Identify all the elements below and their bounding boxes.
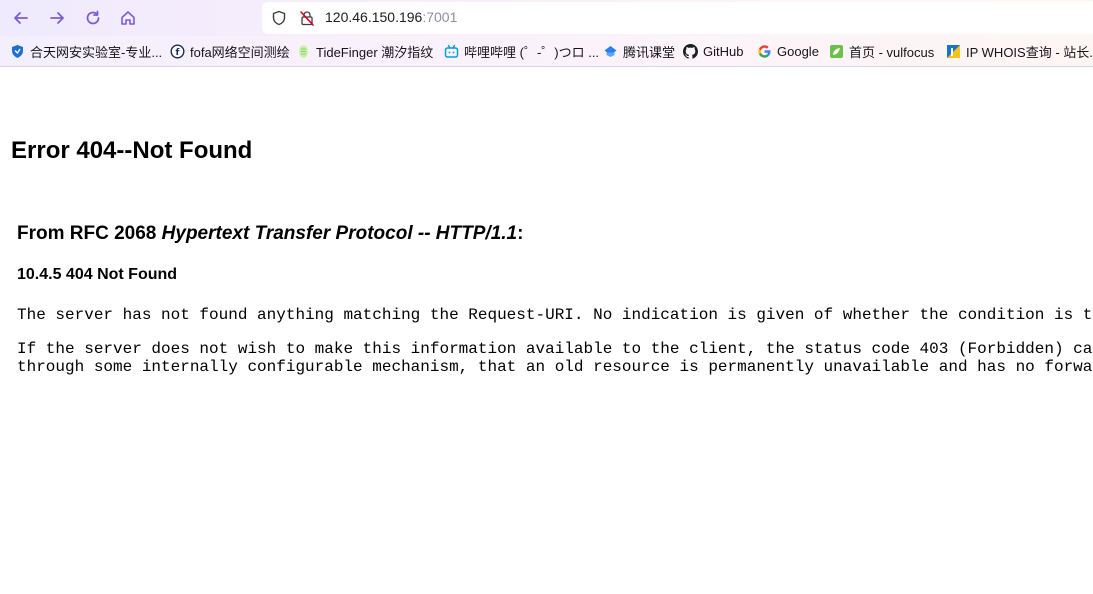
shield-icon[interactable] xyxy=(268,7,290,29)
bookmark-github[interactable]: GitHub xyxy=(683,42,743,60)
url-port: :7001 xyxy=(422,9,458,25)
bookmark-label: 腾讯课堂 xyxy=(623,44,676,60)
reload-icon xyxy=(86,10,100,25)
paragraph-not-found: The server has not found anything matchi… xyxy=(17,306,1093,324)
page-content: Error 404--Not Found From RFC 2068 Hyper… xyxy=(0,67,1093,594)
bookmark-tencent-classroom[interactable]: 腾讯课堂 xyxy=(603,42,675,60)
url-text[interactable]: 120.46.150.196:7001 xyxy=(325,9,457,25)
bookmark-label: GitHub xyxy=(703,43,744,59)
rfc-heading: From RFC 2068 Hypertext Transfer Protoco… xyxy=(17,223,523,245)
bilibili-tv-icon xyxy=(444,44,459,59)
bookmark-hetian[interactable]: 合天网安实验室-专业... xyxy=(10,42,162,60)
address-bar[interactable]: 120.46.150.196:7001 xyxy=(262,2,1093,34)
bookmark-tidefinger[interactable]: TideFinger 潮汐指纹 xyxy=(296,42,433,60)
tidefinger-icon xyxy=(296,44,311,59)
browser-toolbar: 120.46.150.196:7001 xyxy=(0,0,1093,36)
bookmark-label: TideFinger 潮汐指纹 xyxy=(316,44,434,60)
forward-button[interactable] xyxy=(44,6,70,30)
svg-text:f: f xyxy=(176,48,180,58)
bookmark-label: 合天网安实验室-专业... xyxy=(30,44,163,60)
section-heading: 10.4.5 404 Not Found xyxy=(17,266,178,283)
bookmark-label: 首页 - vulfocus xyxy=(849,44,935,60)
bookmark-ip-whois[interactable]: IP WHOIS查询 - 站长... xyxy=(946,42,1093,60)
home-button[interactable] xyxy=(115,6,141,30)
bookmark-label: 哔哩哔哩 (゜-゜)つロ ... xyxy=(464,44,600,60)
hetian-shield-icon xyxy=(10,44,25,59)
rfc-protocol-title: Hypertext Transfer Protocol -- HTTP/1.1 xyxy=(161,223,518,244)
tencent-classroom-icon xyxy=(603,44,618,59)
error-title: Error 404--Not Found xyxy=(11,137,253,164)
paragraph-forbidden-line-2: through some internally configurable mec… xyxy=(17,358,1093,376)
rfc-prefix: From RFC 2068 xyxy=(17,223,162,244)
bookmark-label: fofa网络空间测绘 xyxy=(190,44,290,60)
reload-button[interactable] xyxy=(80,6,106,30)
bookmark-label: IP WHOIS查询 - 站长... xyxy=(966,44,1093,60)
arrow-left-icon xyxy=(14,12,28,24)
fofa-icon: f xyxy=(170,43,185,59)
bookmarks-bar: 合天网安实验室-专业... f fofa网络空间测绘 TideFinger 潮汐… xyxy=(0,36,1093,67)
vulfocus-leaf-icon xyxy=(829,44,844,59)
bookmark-vulfocus[interactable]: 首页 - vulfocus xyxy=(829,42,934,60)
bookmark-google[interactable]: Google xyxy=(757,42,819,60)
bookmark-bilibili[interactable]: 哔哩哔哩 (゜-゜)つロ ... xyxy=(444,42,599,60)
bookmark-fofa[interactable]: f fofa网络空间测绘 xyxy=(170,42,290,60)
chinaz-icon xyxy=(946,44,961,59)
google-icon xyxy=(757,44,772,59)
url-host: 120.46.150.196 xyxy=(325,9,423,25)
home-icon xyxy=(121,11,135,25)
bookmark-label: Google xyxy=(777,43,819,59)
github-icon xyxy=(683,43,698,59)
arrow-right-icon xyxy=(50,12,64,24)
insecure-lock-icon[interactable] xyxy=(296,7,318,29)
rfc-suffix: : xyxy=(517,223,524,244)
back-button[interactable] xyxy=(8,6,34,30)
paragraph-forbidden-line-1: If the server does not wish to make this… xyxy=(17,340,1093,358)
